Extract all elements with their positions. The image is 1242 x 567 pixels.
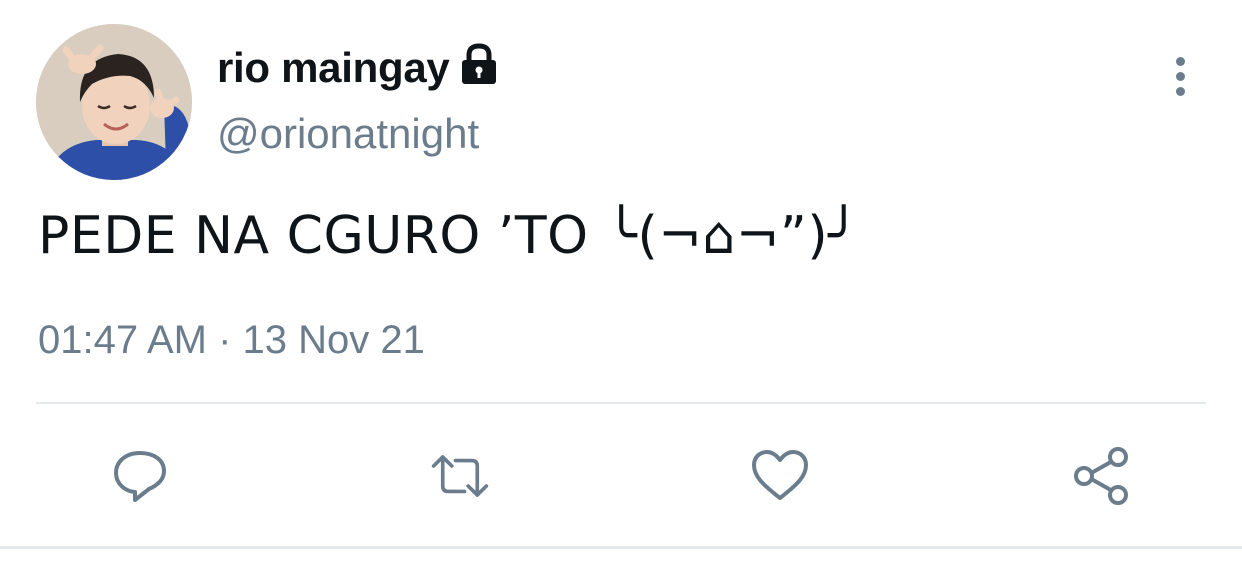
display-name[interactable]: rio maingay <box>217 44 450 92</box>
user-handle[interactable]: @orionatnight <box>217 110 479 158</box>
retweet-icon <box>431 455 489 497</box>
reply-icon <box>114 451 166 502</box>
tweet-timestamp[interactable]: 01:47 AM · 13 Nov 21 <box>38 318 425 363</box>
more-icon <box>1175 71 1185 81</box>
more-icon <box>1175 56 1185 66</box>
lock-icon <box>459 43 499 87</box>
avatar[interactable] <box>36 24 192 180</box>
like-button[interactable] <box>750 446 810 506</box>
share-button[interactable] <box>1072 446 1132 506</box>
divider <box>0 546 1242 549</box>
tweet-text: PEDE NA CGURO ’TO ╰(¬⌂¬”)╯ <box>38 206 860 266</box>
share-icon <box>1074 447 1128 505</box>
divider <box>36 402 1206 404</box>
reply-button[interactable] <box>110 446 170 506</box>
more-icon <box>1175 86 1185 96</box>
heart-icon <box>752 450 808 500</box>
author-row: rio maingay <box>217 40 499 96</box>
retweet-button[interactable] <box>430 446 490 506</box>
more-options-button[interactable] <box>1158 54 1202 98</box>
